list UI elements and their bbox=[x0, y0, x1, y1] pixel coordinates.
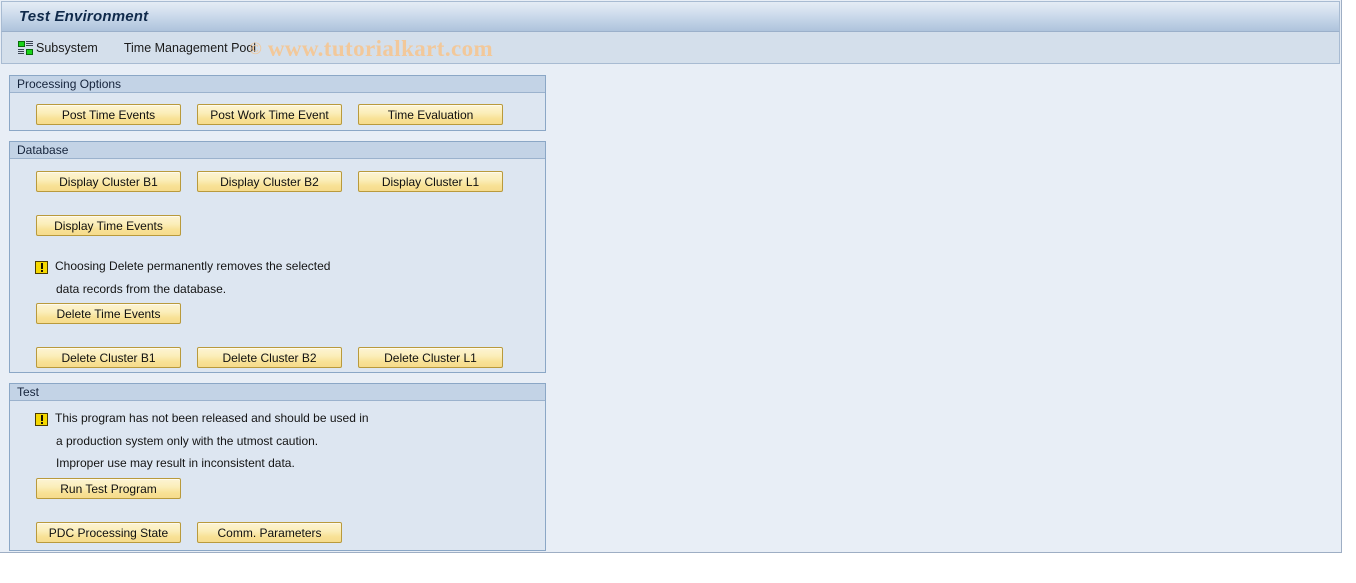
test-notice-line-1: This program has not been released and s… bbox=[35, 412, 369, 426]
test-notice-text-2: a production system only with the utmost… bbox=[56, 434, 319, 448]
group-header-database: Database bbox=[10, 142, 545, 159]
test-notice-text-1: This program has not been released and s… bbox=[55, 411, 369, 425]
delete-cluster-l1-button[interactable]: Delete Cluster L1 bbox=[358, 347, 503, 368]
group-title-processing-options: Processing Options bbox=[17, 77, 122, 91]
group-processing-options: Processing Options Post Time Events Post… bbox=[9, 75, 546, 131]
toolbar-item-time-management-pool[interactable]: Time Management Pool bbox=[98, 41, 256, 55]
post-work-time-event-button[interactable]: Post Work Time Event bbox=[197, 104, 342, 125]
warning-icon bbox=[35, 261, 48, 274]
group-body-database: Display Cluster B1 Display Cluster B2 Di… bbox=[10, 159, 545, 372]
warning-icon bbox=[35, 413, 48, 426]
toolbar: Subsystem Time Management Pool bbox=[1, 32, 1340, 64]
toolbar-label-subsystem: Subsystem bbox=[36, 40, 98, 55]
toolbar-label-time-management-pool: Time Management Pool bbox=[123, 40, 257, 55]
group-header-processing-options: Processing Options bbox=[10, 76, 545, 93]
comm-parameters-button[interactable]: Comm. Parameters bbox=[197, 522, 342, 543]
run-test-program-button[interactable]: Run Test Program bbox=[36, 478, 181, 499]
toolbar-item-subsystem[interactable]: Subsystem bbox=[2, 40, 98, 55]
post-time-events-button[interactable]: Post Time Events bbox=[36, 104, 181, 125]
display-time-events-button[interactable]: Display Time Events bbox=[36, 215, 181, 236]
title-bar: Test Environment bbox=[1, 1, 1340, 32]
delete-cluster-b2-button[interactable]: Delete Cluster B2 bbox=[197, 347, 342, 368]
group-database: Database Display Cluster B1 Display Clus… bbox=[9, 141, 546, 373]
display-cluster-l1-button[interactable]: Display Cluster L1 bbox=[358, 171, 503, 192]
group-title-test: Test bbox=[17, 385, 40, 399]
group-body-processing-options: Post Time Events Post Work Time Event Ti… bbox=[10, 93, 545, 130]
database-notice-text-2: data records from the database. bbox=[56, 282, 227, 296]
screenshot-root: Test Environment Subsystem Time Manageme… bbox=[0, 0, 1356, 583]
group-title-database: Database bbox=[17, 143, 69, 157]
page-title: Test Environment bbox=[19, 8, 149, 25]
delete-cluster-b1-button[interactable]: Delete Cluster B1 bbox=[36, 347, 181, 368]
display-cluster-b2-button[interactable]: Display Cluster B2 bbox=[197, 171, 342, 192]
group-body-test: This program has not been released and s… bbox=[10, 401, 545, 550]
subsystem-icon bbox=[18, 40, 33, 55]
database-notice-text-1: Choosing Delete permanently removes the … bbox=[55, 259, 331, 273]
database-notice-line-1: Choosing Delete permanently removes the … bbox=[35, 260, 330, 274]
sap-window: Test Environment Subsystem Time Manageme… bbox=[0, 0, 1342, 553]
pdc-processing-state-button[interactable]: PDC Processing State bbox=[36, 522, 181, 543]
display-cluster-b1-button[interactable]: Display Cluster B1 bbox=[36, 171, 181, 192]
delete-time-events-button[interactable]: Delete Time Events bbox=[36, 303, 181, 324]
time-evaluation-button[interactable]: Time Evaluation bbox=[358, 104, 503, 125]
test-notice-text-3: Improper use may result in inconsistent … bbox=[56, 456, 295, 470]
group-header-test: Test bbox=[10, 384, 545, 401]
group-test: Test This program has not been released … bbox=[9, 383, 546, 551]
